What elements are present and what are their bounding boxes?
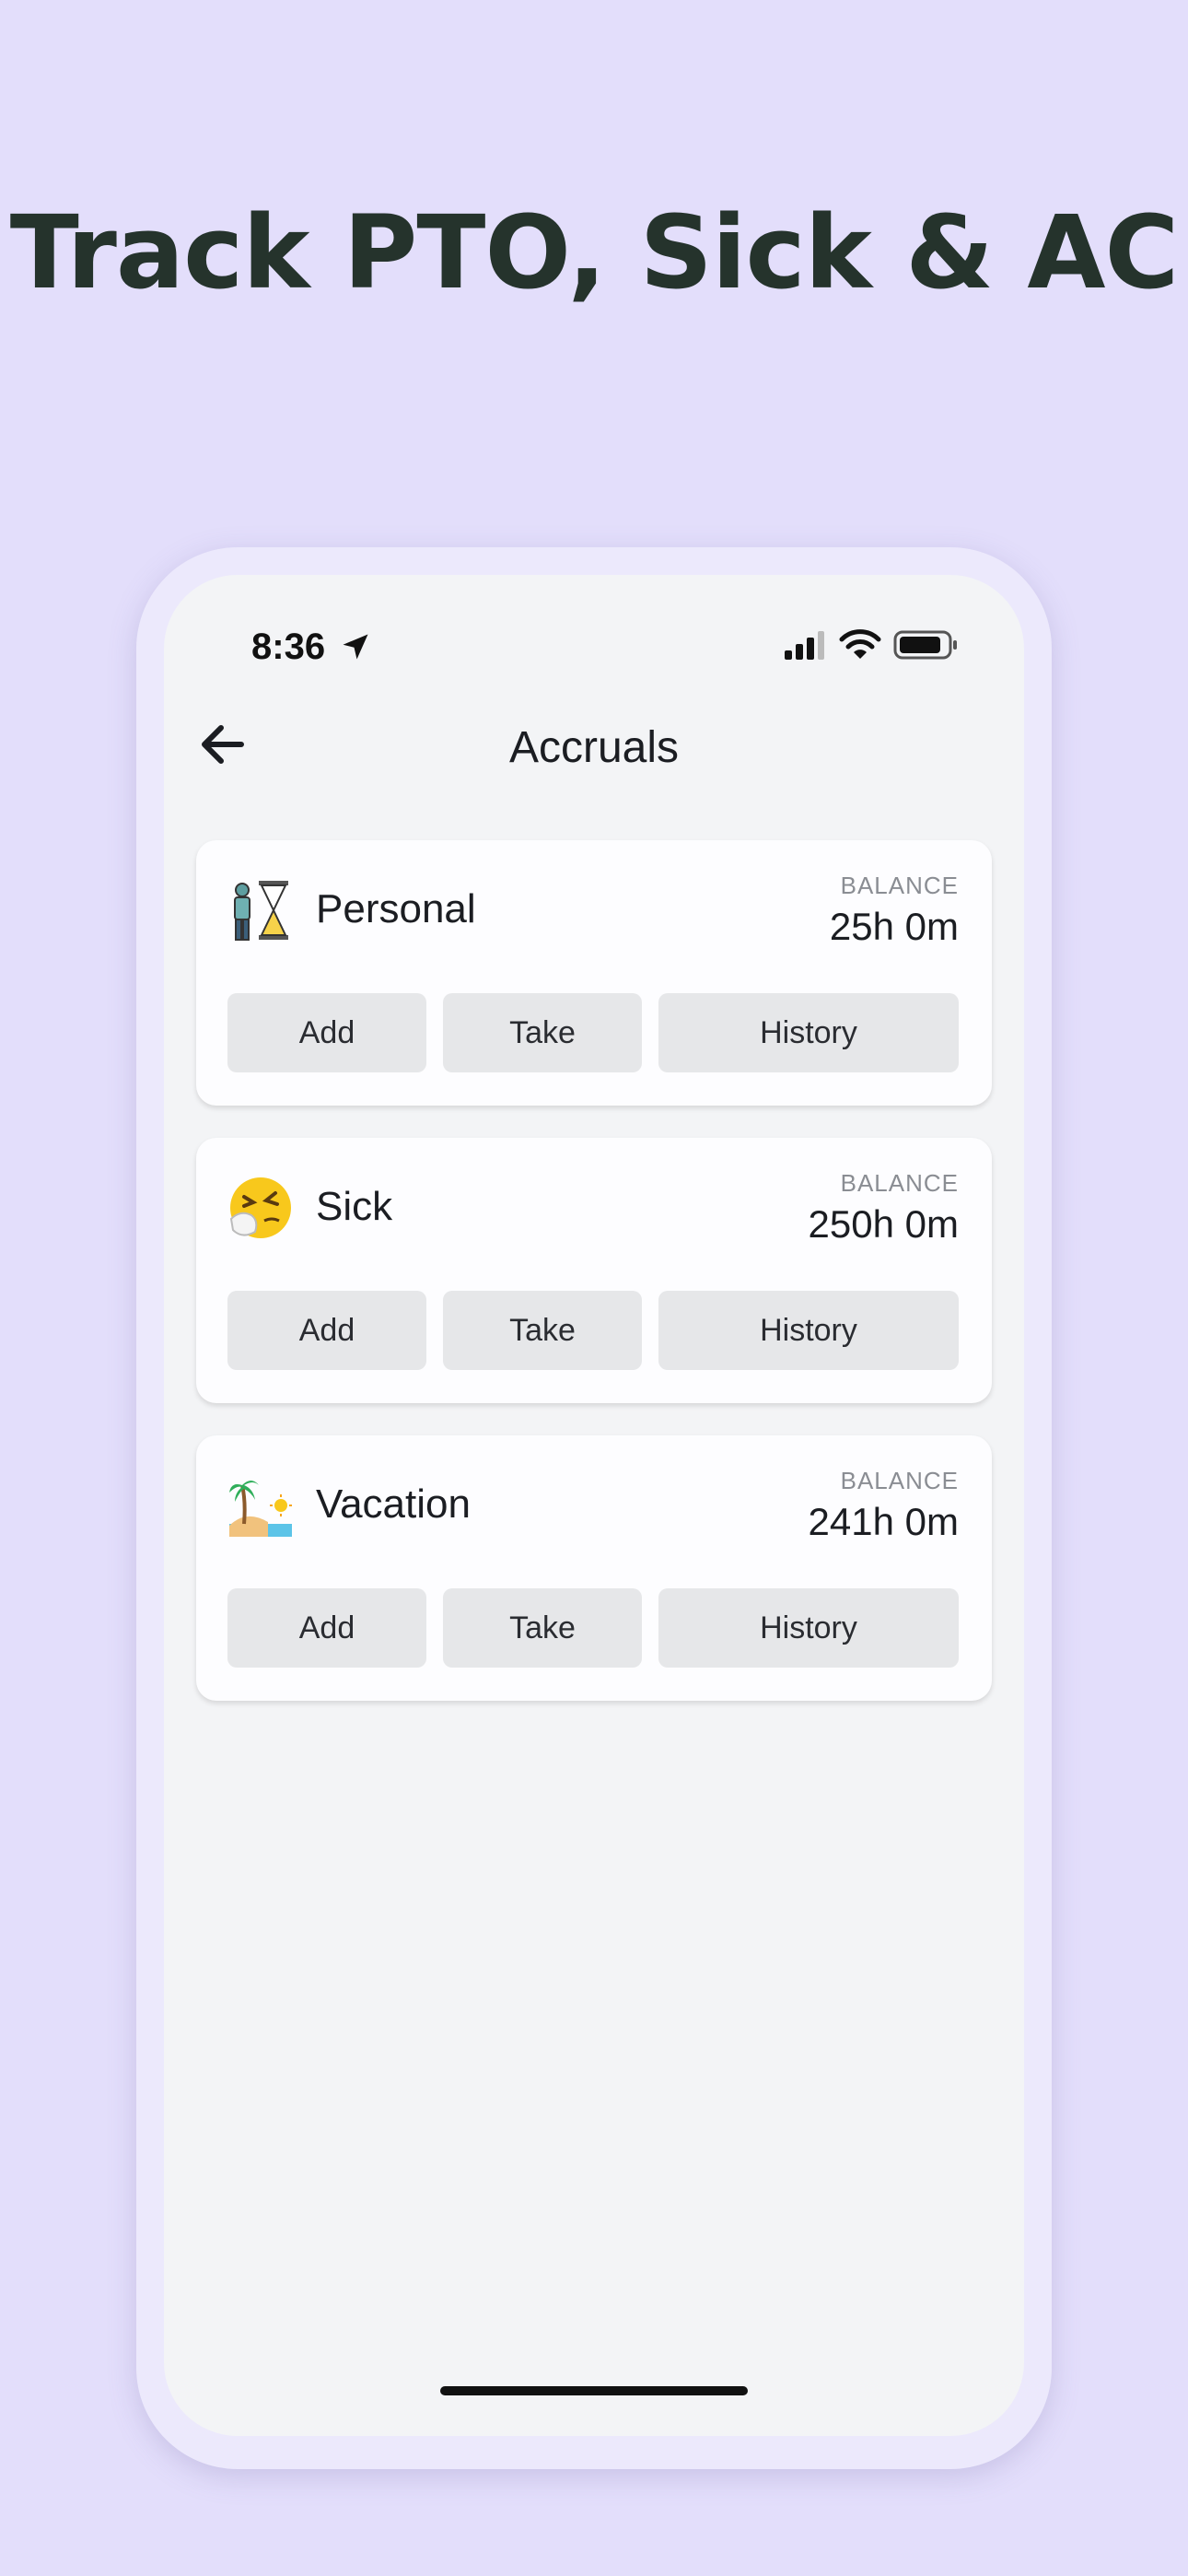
balance-value: 250h 0m: [808, 1202, 959, 1246]
balance-label: BALANCE: [840, 1467, 959, 1494]
beach-palm-icon: [229, 1481, 292, 1537]
card-title: Personal: [316, 886, 476, 931]
accrual-card-vacation: Vacation BALANCE 241h 0m Add Take Histor…: [196, 1435, 992, 1701]
hourglass-person-icon: [234, 881, 288, 941]
nav-bar: Accruals: [164, 685, 1024, 814]
status-time: 8:36: [251, 626, 326, 667]
cellular-signal-icon: [785, 631, 824, 660]
page-title: Accruals: [508, 723, 680, 772]
sneezing-face-icon: [229, 1177, 291, 1238]
add-button[interactable]: Add: [227, 1291, 426, 1370]
card-title: Vacation: [316, 1481, 471, 1527]
balance-value: 25h 0m: [829, 905, 959, 948]
balance-value: 241h 0m: [808, 1500, 959, 1543]
status-bar: 8:36: [164, 575, 1024, 685]
home-indicator[interactable]: [440, 2386, 748, 2395]
add-button[interactable]: Add: [227, 1588, 426, 1668]
card-title: Sick: [316, 1184, 393, 1229]
phone-frame: 8:36 Accruals Personal BALANCE 25h 0m Ad…: [136, 547, 1052, 2469]
history-button[interactable]: History: [658, 1291, 959, 1370]
marketing-headline: Track PTO, Sick & AC: [9, 193, 1180, 311]
take-button[interactable]: Take: [443, 1588, 642, 1668]
history-button[interactable]: History: [658, 993, 959, 1072]
take-button[interactable]: Take: [443, 993, 642, 1072]
wifi-icon: [839, 629, 881, 659]
accrual-card-personal: Personal BALANCE 25h 0m Add Take History: [196, 840, 992, 1106]
history-button[interactable]: History: [658, 1588, 959, 1668]
balance-label: BALANCE: [840, 872, 959, 899]
battery-icon: [893, 630, 957, 660]
app-screen: 8:36 Accruals Personal BALANCE 25h 0m Ad…: [164, 575, 1024, 2436]
location-arrow-icon: [343, 634, 368, 660]
accrual-card-sick: Sick BALANCE 250h 0m Add Take History: [196, 1138, 992, 1403]
add-button[interactable]: Add: [227, 993, 426, 1072]
balance-label: BALANCE: [840, 1169, 959, 1197]
take-button[interactable]: Take: [443, 1291, 642, 1370]
